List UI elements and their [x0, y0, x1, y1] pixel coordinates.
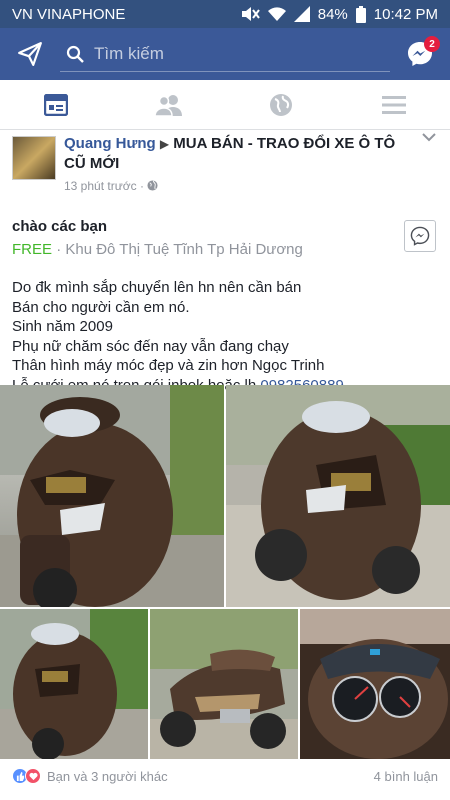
- tab-notifications[interactable]: [241, 80, 321, 130]
- post-footer: Bạn và 3 người khác 4 bình luận: [0, 768, 450, 784]
- post-title: Quang Hưng ▶ MUA BÁN - TRAO ĐỔI XE Ô TÔ …: [64, 134, 438, 196]
- tab-news-feed[interactable]: [16, 80, 96, 130]
- photo-3[interactable]: [0, 609, 148, 759]
- search-icon: [66, 45, 84, 63]
- status-bar: VN VINAPHONE 84% 10:42 PM: [0, 0, 450, 28]
- send-icon: [18, 42, 42, 66]
- reaction-icons: [12, 768, 41, 784]
- price-label: FREE: [12, 241, 53, 258]
- search-placeholder: Tìm kiếm: [94, 43, 164, 63]
- body-line: Phụ nữ chăm sóc đến nay vẫn đang chạy: [12, 337, 289, 355]
- messenger-icon: [410, 226, 430, 246]
- post-meta: 13 phút trước ·: [64, 176, 416, 196]
- messenger-button[interactable]: 2: [400, 34, 440, 74]
- tab-menu[interactable]: [354, 80, 434, 130]
- body-line: Bán cho người cần em nó.: [12, 298, 190, 316]
- photo-1[interactable]: [0, 385, 224, 607]
- separator-dot: ·: [56, 241, 66, 258]
- globe-icon: [270, 93, 293, 116]
- separator-dot: ·: [139, 179, 148, 193]
- sale-info: chào các bạn FREE · Khu Đô Thị Tuệ Tĩnh …: [0, 196, 450, 258]
- signal-icon: [293, 6, 310, 22]
- post-header: Quang Hưng ▶ MUA BÁN - TRAO ĐỔI XE Ô TÔ …: [0, 130, 450, 196]
- search-input[interactable]: Tìm kiếm: [60, 36, 390, 72]
- carrier-label: VN VINAPHONE: [12, 5, 126, 23]
- photo-4[interactable]: [150, 609, 298, 759]
- post-time[interactable]: 13 phút trước: [64, 179, 137, 193]
- reactions-summary[interactable]: Bạn và 3 người khác: [12, 768, 168, 784]
- tab-bar: [0, 80, 450, 130]
- feed-post: Quang Hưng ▶ MUA BÁN - TRAO ĐỔI XE Ô TÔ …: [0, 130, 450, 800]
- menu-icon: [381, 95, 406, 114]
- sale-price-location: FREE · Khu Đô Thị Tuệ Tĩnh Tp Hải Dương: [12, 241, 438, 258]
- send-button[interactable]: [10, 34, 50, 74]
- love-icon: [25, 768, 41, 784]
- post-body: Do đk mình sắp chuyển lên hn nên cần bán…: [0, 258, 450, 395]
- battery-icon: [355, 5, 366, 23]
- body-line: Thân hình máy móc đẹp và zin hơn Ngọc Tr…: [12, 357, 325, 374]
- friends-icon: [154, 94, 182, 116]
- globe-privacy-icon: [147, 180, 158, 191]
- mute-icon: [241, 7, 260, 21]
- messenger-badge: 2: [424, 36, 440, 52]
- battery-percent: 84%: [317, 5, 348, 23]
- body-line: Sinh năm 2009: [12, 318, 113, 335]
- status-icons: 84% 10:42 PM: [240, 5, 438, 23]
- tab-friends[interactable]: [129, 80, 209, 130]
- chevron-down-icon[interactable]: [422, 132, 436, 142]
- message-seller-button[interactable]: [404, 220, 436, 252]
- comments-count[interactable]: 4 bình luận: [374, 769, 438, 784]
- body-line: Do đk mình sắp chuyển lên hn nên cần bán: [12, 279, 302, 296]
- news-feed-icon: [44, 93, 69, 116]
- wifi-icon: [267, 7, 286, 21]
- author-name[interactable]: Quang Hưng: [64, 135, 156, 152]
- photo-2[interactable]: [226, 385, 450, 607]
- reactions-text: Bạn và 3 người khác: [47, 768, 168, 784]
- clock: 10:42 PM: [373, 5, 438, 23]
- location-label: Khu Đô Thị Tuệ Tĩnh Tp Hải Dương: [65, 241, 303, 258]
- top-bar: Tìm kiếm 2: [0, 28, 450, 80]
- photo-5[interactable]: [300, 609, 450, 759]
- sale-title: chào các bạn: [12, 218, 108, 235]
- avatar[interactable]: [12, 136, 56, 180]
- arrow-icon: ▶: [159, 137, 170, 151]
